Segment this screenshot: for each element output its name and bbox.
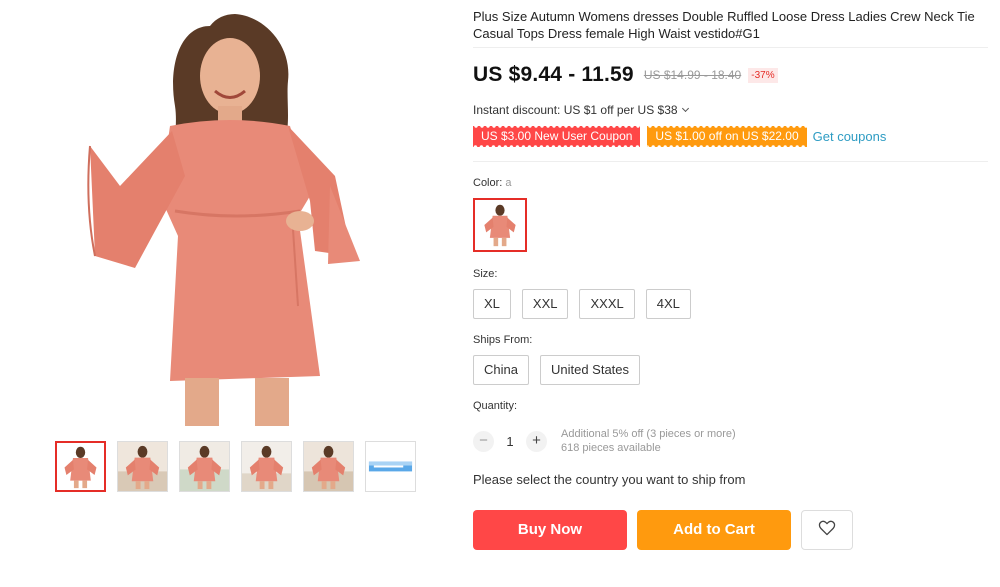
ships-from-china[interactable]: China — [473, 355, 529, 385]
divider — [473, 161, 988, 162]
add-to-cart-button[interactable]: Add to Cart — [637, 510, 791, 550]
ships-from-options: China United States — [473, 355, 641, 385]
chevron-down-icon — [682, 106, 690, 114]
thumbnail-6[interactable] — [365, 441, 416, 492]
thumbnail-strip — [55, 441, 416, 492]
size-option-xxxl[interactable]: XXXL — [579, 289, 635, 319]
instant-discount[interactable]: Instant discount: US $1 off per US $38 — [473, 103, 690, 117]
color-option-a[interactable] — [473, 198, 527, 252]
get-coupons-link[interactable]: Get coupons — [813, 129, 887, 144]
color-label: Color: a — [473, 177, 512, 189]
price: US $9.44 - 11.59 — [473, 63, 634, 86]
color-selected-value: a — [505, 177, 512, 189]
quantity-minus-button[interactable]: − — [473, 430, 494, 452]
quantity-label: Quantity: — [473, 400, 518, 412]
product-title: Plus Size Autumn Womens dresses Double R… — [473, 9, 975, 41]
quantity-plus-button[interactable]: + — [526, 430, 547, 452]
coupon-row: US $3.00 New User Coupon US $1.00 off on… — [473, 126, 886, 147]
size-label: Size: — [473, 268, 498, 280]
ship-country-note: Please select the country you want to sh… — [473, 472, 746, 487]
divider — [473, 47, 988, 48]
store-coupon[interactable]: US $1.00 off on US $22.00 — [647, 126, 807, 147]
wishlist-button[interactable] — [801, 510, 853, 550]
quantity-value[interactable]: 1 — [494, 434, 526, 449]
heart-icon — [818, 520, 836, 541]
ships-from-united-states[interactable]: United States — [539, 355, 641, 385]
size-option-xxl[interactable]: XXL — [521, 289, 569, 319]
bulk-discount-text: Additional 5% off (3 pieces or more) — [561, 428, 736, 440]
action-buttons: Buy Now Add to Cart — [473, 510, 853, 550]
thumbnail-4[interactable] — [241, 441, 292, 492]
size-options: XL XXL XXXL 4XL — [473, 289, 691, 319]
instant-discount-text: Instant discount: US $1 off per US $38 — [473, 103, 678, 117]
original-price: US $14.99 - 18.40 — [643, 68, 742, 82]
ships-from-label: Ships From: — [473, 334, 533, 346]
color-label-text: Color: — [473, 177, 503, 189]
new-user-coupon[interactable]: US $3.00 New User Coupon — [473, 126, 641, 147]
quantity-info: Additional 5% off (3 pieces or more) 618… — [561, 427, 736, 455]
discount-badge: -37% — [748, 67, 778, 83]
size-option-xl[interactable]: XL — [473, 289, 511, 319]
buy-now-button[interactable]: Buy Now — [473, 510, 627, 550]
thumbnail-2[interactable] — [117, 441, 168, 492]
stock-available-text: 618 pieces available — [561, 442, 661, 454]
thumbnail-1[interactable] — [55, 441, 106, 492]
product-main-image[interactable] — [60, 6, 400, 426]
thumbnail-3[interactable] — [179, 441, 230, 492]
thumbnail-5[interactable] — [303, 441, 354, 492]
quantity-stepper: − 1 + Additional 5% off (3 pieces or mor… — [473, 427, 736, 455]
price-row: US $9.44 - 11.59 US $14.99 - 18.40 -37% — [473, 63, 778, 87]
size-option-4xl[interactable]: 4XL — [645, 289, 691, 319]
